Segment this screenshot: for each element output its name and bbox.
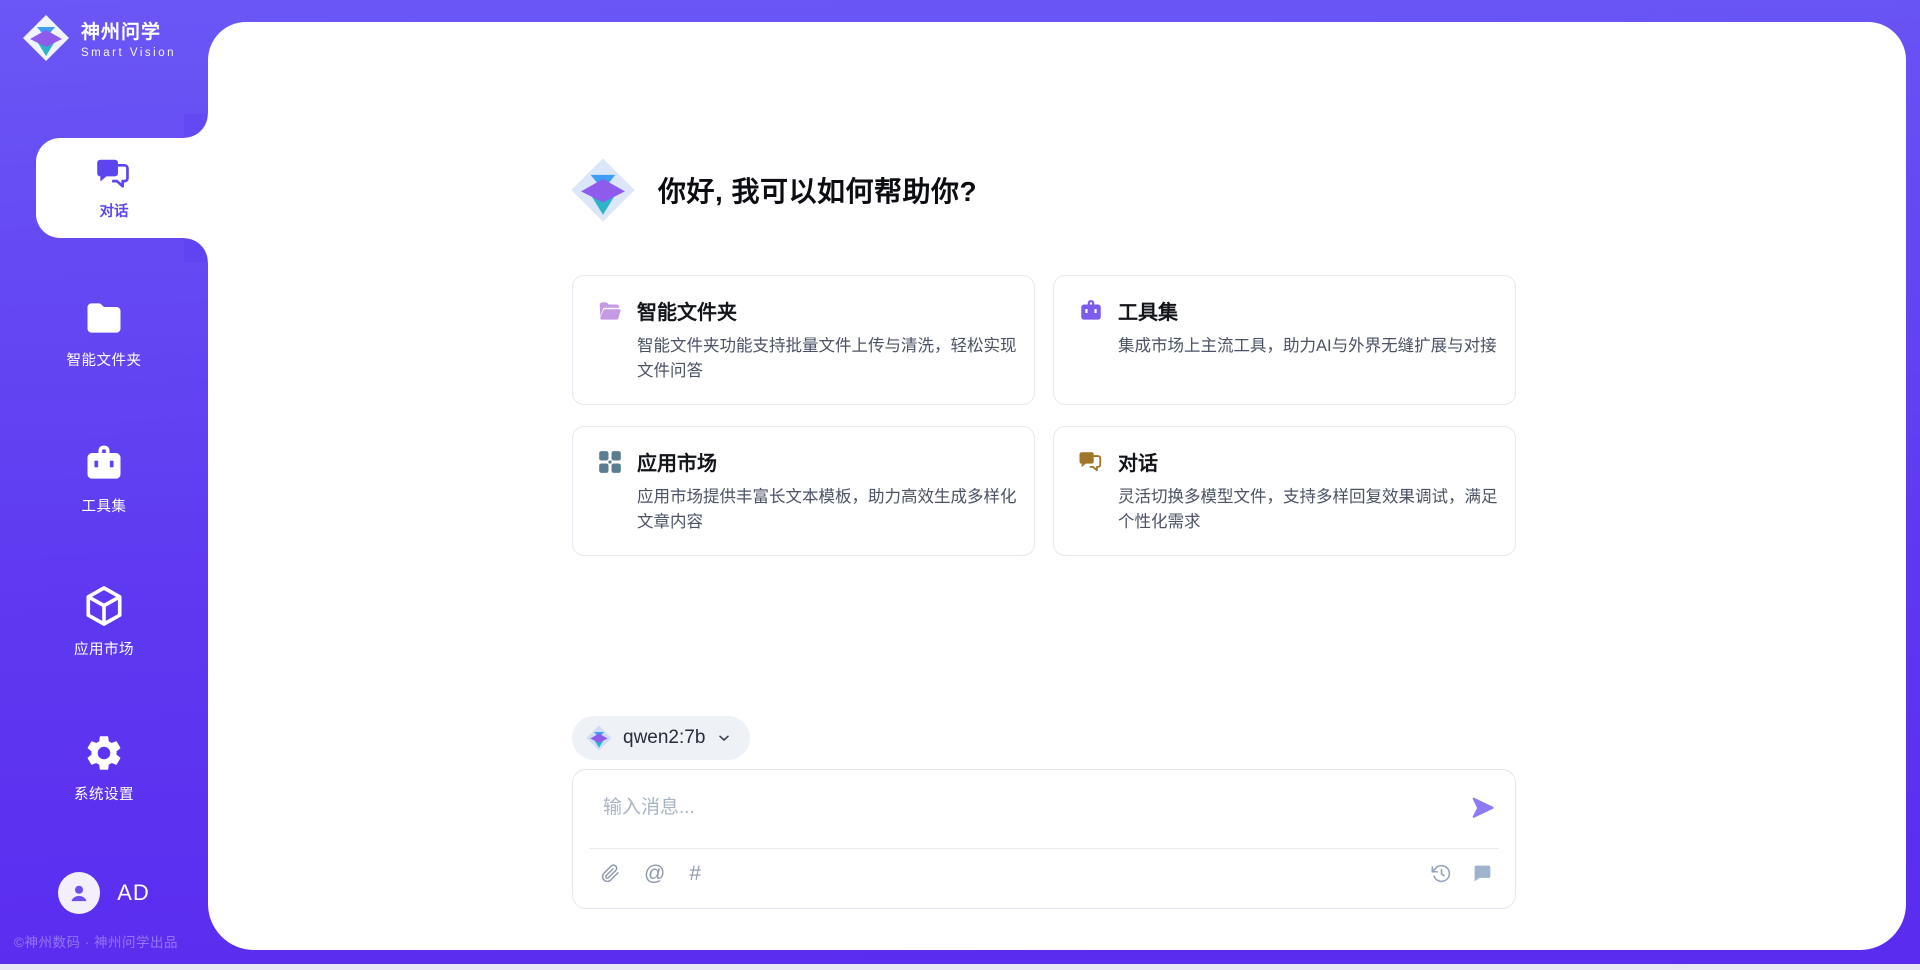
brand-subtitle: Smart Vision xyxy=(81,47,176,59)
app-grid-icon xyxy=(597,449,623,475)
sidebar-item-app-market[interactable]: 应用市场 xyxy=(0,583,208,659)
at-sign-icon[interactable]: @ xyxy=(644,863,665,884)
model-name: qwen2:7b xyxy=(623,727,705,749)
briefcase-icon xyxy=(1078,298,1104,324)
history-icon[interactable] xyxy=(1431,863,1452,884)
card-description: 智能文件夹功能支持批量文件上传与清洗，轻松实现文件问答 xyxy=(637,334,1019,384)
card-app-market[interactable]: 应用市场 应用市场提供丰富长文本模板，助力高效生成多样化文章内容 xyxy=(572,426,1035,556)
feature-cards: 智能文件夹 智能文件夹功能支持批量文件上传与清洗，轻松实现文件问答 工具集 集成… xyxy=(572,275,1516,556)
send-icon[interactable] xyxy=(1469,794,1497,822)
gear-icon xyxy=(0,732,208,774)
tab-fillet-bottom xyxy=(184,238,208,262)
composer-divider xyxy=(589,848,1499,849)
sidebar-item-label: 工具集 xyxy=(0,495,208,516)
card-description: 集成市场上主流工具，助力AI与外界无缝扩展与对接 xyxy=(1118,334,1500,359)
message-composer: @ # xyxy=(572,769,1516,909)
greeting-title: 你好, 我可以如何帮助你? xyxy=(658,170,977,210)
briefcase-icon xyxy=(0,442,208,486)
user-account[interactable]: AD xyxy=(0,872,208,914)
card-description: 应用市场提供丰富长文本模板，助力高效生成多样化文章内容 xyxy=(637,485,1019,535)
hash-icon[interactable]: # xyxy=(689,863,701,884)
sidebar-item-label: 系统设置 xyxy=(0,783,208,804)
card-toolset[interactable]: 工具集 集成市场上主流工具，助力AI与外界无缝扩展与对接 xyxy=(1053,275,1516,405)
folder-open-icon xyxy=(597,298,623,324)
card-description: 灵活切换多模型文件，支持多样回复效果调试，满足个性化需求 xyxy=(1118,485,1500,535)
assistant-diamond-logo-icon xyxy=(570,157,636,223)
brand-name: 神州问学 xyxy=(81,17,176,44)
sidebar-item-label: 对话 xyxy=(100,200,129,221)
person-icon xyxy=(66,880,92,906)
card-title: 应用市场 xyxy=(637,447,717,476)
chat-bubbles-icon xyxy=(1078,449,1104,475)
sidebar-item-smart-folder[interactable]: 智能文件夹 xyxy=(0,296,208,370)
card-title: 智能文件夹 xyxy=(637,296,737,325)
message-input[interactable] xyxy=(601,790,1385,846)
chat-square-icon[interactable] xyxy=(1472,863,1493,884)
paperclip-icon[interactable] xyxy=(601,864,620,883)
sidebar-footer-credit: ©神州数码 · 神州问学出品 xyxy=(14,931,178,951)
greeting-row: 你好, 我可以如何帮助你? xyxy=(570,157,977,223)
sidebar-item-chat[interactable]: 对话 xyxy=(36,138,208,238)
folder-icon xyxy=(0,296,208,340)
card-title: 对话 xyxy=(1118,447,1158,476)
user-initials: AD xyxy=(117,880,150,906)
card-smart-folder[interactable]: 智能文件夹 智能文件夹功能支持批量文件上传与清洗，轻松实现文件问答 xyxy=(572,275,1035,405)
brand-logo-diamond-icon xyxy=(22,14,70,62)
sidebar-item-label: 智能文件夹 xyxy=(0,349,208,370)
sidebar-item-label: 应用市场 xyxy=(0,638,208,659)
avatar xyxy=(58,872,100,914)
sidebar-item-toolset[interactable]: 工具集 xyxy=(0,442,208,516)
chevron-down-icon xyxy=(716,730,732,746)
chat-bubbles-icon xyxy=(95,155,133,193)
card-chat[interactable]: 对话 灵活切换多模型文件，支持多样回复效果调试，满足个性化需求 xyxy=(1053,426,1516,556)
tab-fillet-top xyxy=(184,114,208,138)
model-selector[interactable]: qwen2:7b xyxy=(572,716,750,760)
app-root: { "app": { "brand_name": "神州问学", "brand_… xyxy=(0,0,1920,970)
card-title: 工具集 xyxy=(1118,296,1178,325)
sidebar-item-settings[interactable]: 系统设置 xyxy=(0,732,208,804)
model-diamond-logo-icon xyxy=(586,725,612,751)
bottom-edge-strip xyxy=(0,964,1920,970)
brand: 神州问学 Smart Vision xyxy=(22,14,176,62)
cube-icon xyxy=(0,583,208,629)
